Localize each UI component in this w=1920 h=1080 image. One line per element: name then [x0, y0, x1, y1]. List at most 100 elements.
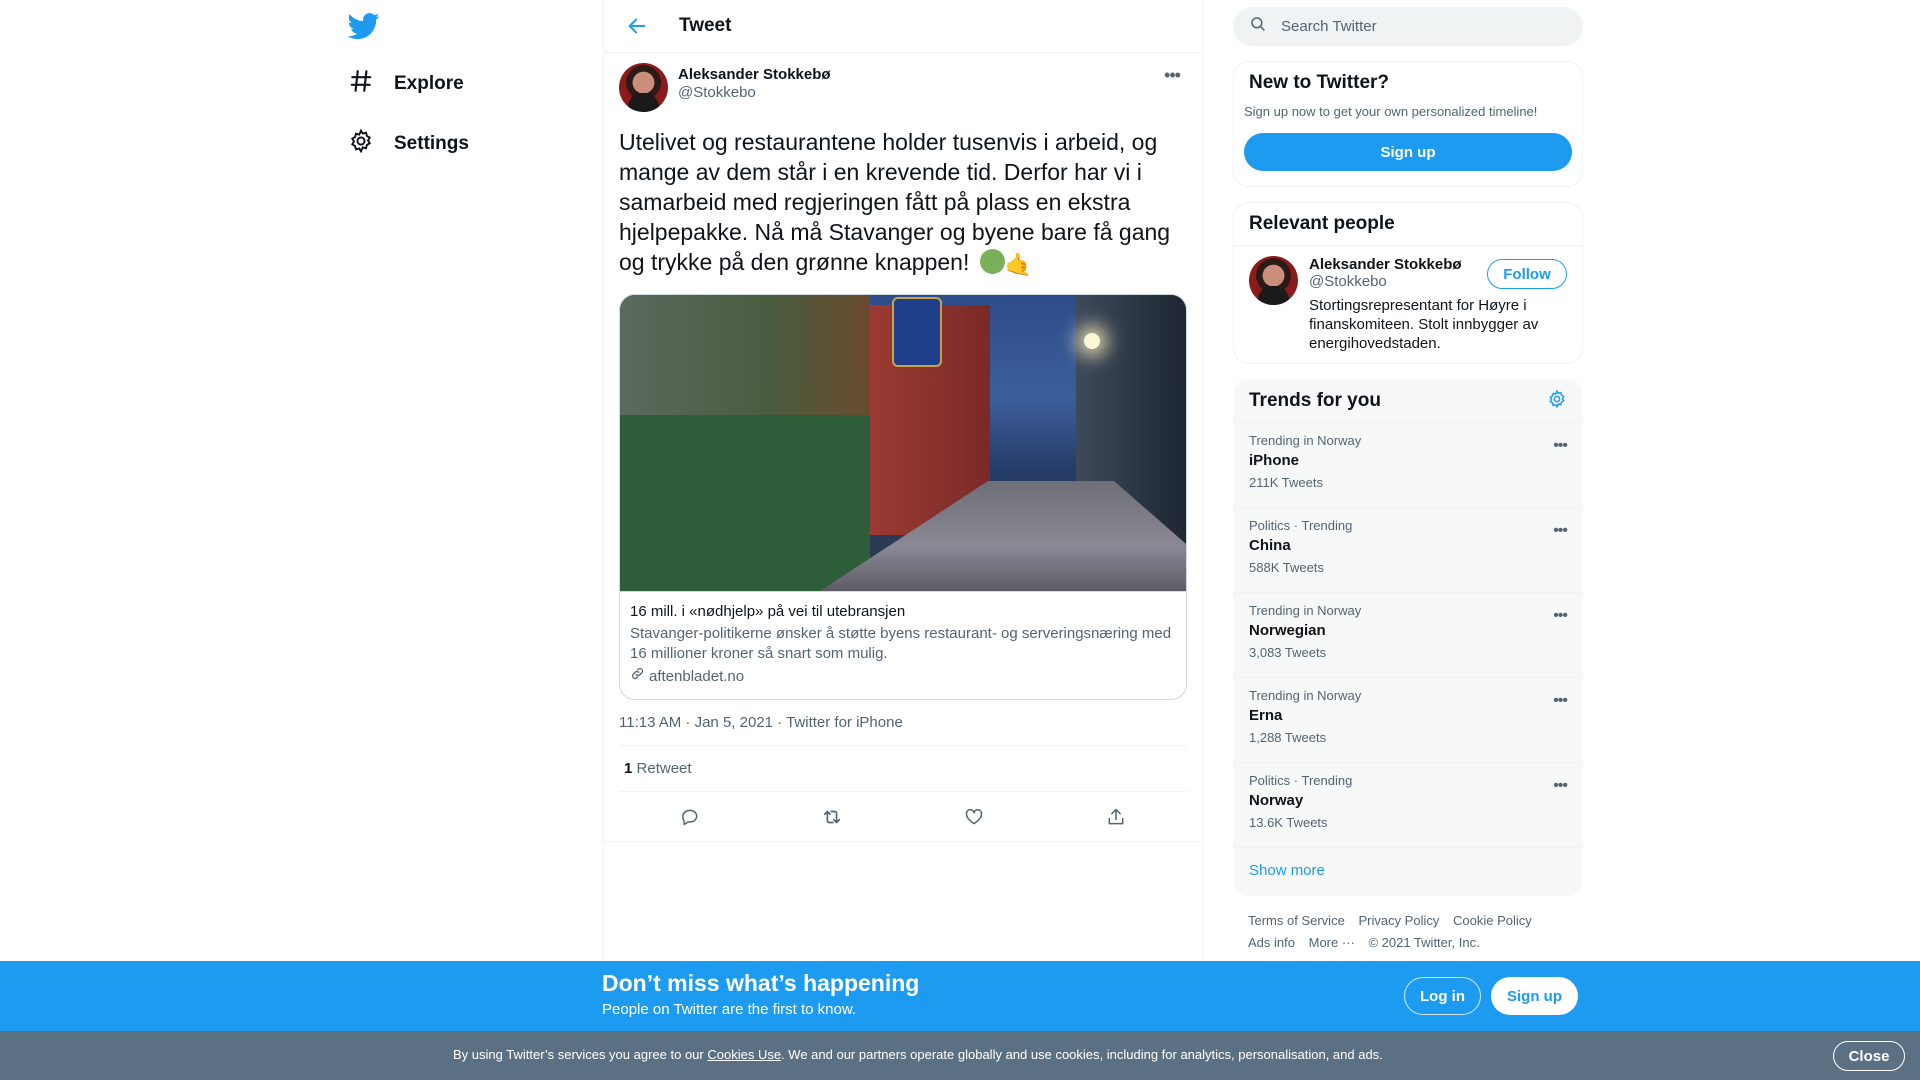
search-icon	[1249, 15, 1267, 38]
link-card[interactable]: 16 mill. i «nødhjelp» på vei til utebran…	[619, 294, 1187, 700]
header-bar: Tweet	[604, 0, 1202, 53]
trend-count: 13.6K Tweets	[1249, 815, 1328, 830]
nav-settings[interactable]: Settings	[348, 120, 469, 168]
share-icon[interactable]	[1096, 797, 1136, 837]
tweet-source-app[interactable]: Twitter for iPhone	[786, 714, 903, 731]
footer-link[interactable]: Ads info	[1248, 935, 1295, 950]
tweet: Aleksander Stokkebø @Stokkebo ••• Uteliv…	[604, 53, 1202, 842]
retweet-stats[interactable]: 1 Retweet	[619, 746, 1187, 792]
trend-count: 588K Tweets	[1249, 560, 1324, 575]
nav-explore[interactable]: Explore	[348, 60, 464, 108]
tweet-text: Utelivet og restaurantene holder tusenvi…	[619, 127, 1187, 280]
more-options-icon[interactable]: •••	[1157, 65, 1187, 85]
trend-name: Norway	[1249, 792, 1304, 809]
more-options-icon[interactable]: •••	[1553, 522, 1568, 540]
sidebar-signup-button[interactable]: Sign up	[1244, 133, 1572, 171]
card-description: Stavanger-politikerne ønsker å støtte by…	[630, 625, 1172, 662]
more-options-icon[interactable]: •••	[1553, 607, 1568, 625]
banner-title: Don’t miss what’s happening	[602, 970, 920, 996]
trend-context: Trending in Norway	[1249, 688, 1362, 703]
relevant-people-panel: Relevant people Aleksander Stokkebø @Sto…	[1233, 202, 1583, 364]
retweet-icon[interactable]	[812, 797, 852, 837]
login-button[interactable]: Log in	[1404, 977, 1481, 1015]
green-circle-emoji-icon	[979, 249, 1005, 274]
hash-icon	[348, 68, 374, 100]
card-domain: aftenbladet.no	[630, 666, 1176, 687]
avatar[interactable]	[1249, 256, 1298, 305]
meta-separator: ·	[777, 714, 787, 731]
signup-banner: Don’t miss what’s happening People on Tw…	[0, 961, 1920, 1031]
cookie-bar: By using Twitter’s services you agree to…	[0, 1031, 1920, 1080]
search-box[interactable]	[1233, 7, 1583, 46]
relevant-person[interactable]: Aleksander Stokkebø @Stokkebo Stortingsr…	[1234, 246, 1582, 363]
link-icon	[630, 666, 645, 687]
like-heart-icon[interactable]	[954, 797, 994, 837]
trend-context: Trending in Norway	[1249, 433, 1362, 448]
trend-item[interactable]: Trending in Norway Erna 1,288 Tweets •••	[1234, 678, 1582, 763]
cookie-close-button[interactable]: Close	[1833, 1041, 1905, 1071]
tweet-meta: 11:13 AM · Jan 5, 2021 · Twitter for iPh…	[619, 714, 1187, 746]
new-to-twitter-text: Sign up now to get your own personalized…	[1244, 104, 1538, 119]
nav-explore-label: Explore	[394, 73, 464, 94]
show-more-link[interactable]: Show more	[1234, 848, 1582, 895]
author-handle[interactable]: @Stokkebo	[678, 84, 831, 101]
author-name[interactable]: Aleksander Stokkebø	[678, 66, 831, 83]
footer-link[interactable]: Privacy Policy	[1358, 913, 1439, 928]
copyright: © 2021 Twitter, Inc.	[1368, 935, 1480, 950]
cookie-text-before: By using Twitter’s services you agree to…	[453, 1047, 708, 1062]
avatar[interactable]	[619, 63, 668, 112]
trend-name: Erna	[1249, 707, 1283, 724]
card-image	[620, 295, 1186, 591]
tweet-author: Aleksander Stokkebø @Stokkebo •••	[619, 63, 1187, 117]
retweet-count: 1	[624, 760, 633, 777]
trend-name: iPhone	[1249, 452, 1300, 469]
gear-icon[interactable]	[1547, 388, 1567, 414]
twitter-logo-icon[interactable]	[347, 10, 380, 42]
trend-context: Politics · Trending	[1249, 518, 1353, 533]
back-arrow-icon[interactable]	[619, 8, 655, 44]
trend-count: 1,288 Tweets	[1249, 730, 1327, 745]
footer-link[interactable]: Terms of Service	[1248, 913, 1345, 928]
search-input[interactable]	[1281, 18, 1541, 35]
trend-item[interactable]: Politics · Trending China 588K Tweets ••…	[1234, 508, 1582, 593]
banner-subtitle: People on Twitter are the first to know.	[602, 1001, 857, 1018]
reply-icon[interactable]	[670, 797, 710, 837]
trend-count: 211K Tweets	[1249, 475, 1323, 490]
cookie-text: By using Twitter’s services you agree to…	[453, 1047, 1383, 1062]
nav-settings-label: Settings	[394, 133, 469, 154]
footer-link[interactable]: Cookie Policy	[1453, 913, 1532, 928]
more-options-icon[interactable]: •••	[1553, 777, 1568, 795]
banner-signup-button[interactable]: Sign up	[1491, 977, 1578, 1015]
trend-count: 3,083 Tweets	[1249, 645, 1327, 660]
tweet-text-body: Utelivet og restaurantene holder tusenvi…	[619, 129, 1171, 275]
more-options-icon[interactable]: •••	[1553, 437, 1568, 455]
trend-item[interactable]: Trending in Norway iPhone 211K Tweets ••…	[1234, 423, 1582, 508]
tweet-time[interactable]: 11:13 AM · Jan 5, 2021	[619, 714, 773, 731]
page-title: Tweet	[679, 15, 732, 36]
trends-panel: Trends for you Trending in Norway iPhone…	[1233, 379, 1583, 896]
follow-button[interactable]: Follow	[1487, 259, 1567, 289]
right-sidebar: New to Twitter? Sign up now to get your …	[1233, 0, 1583, 954]
cookies-use-link[interactable]: Cookies Use	[707, 1047, 781, 1062]
trends-title: Trends for you	[1249, 390, 1381, 411]
trend-item[interactable]: Trending in Norway Norwegian 3,083 Tweet…	[1234, 593, 1582, 678]
trend-name: Norwegian	[1249, 622, 1326, 639]
new-to-twitter-panel: New to Twitter? Sign up now to get your …	[1233, 61, 1583, 187]
trend-context: Trending in Norway	[1249, 603, 1362, 618]
trend-item[interactable]: Politics · Trending Norway 13.6K Tweets …	[1234, 763, 1582, 848]
card-domain-text: aftenbladet.no	[649, 667, 745, 685]
relevant-people-title: Relevant people	[1234, 203, 1582, 246]
main-column: Tweet Aleksander Stokkebø @Stokkebo ••• …	[603, 0, 1203, 1080]
more-options-icon[interactable]: •••	[1553, 692, 1568, 710]
new-to-twitter-title: New to Twitter?	[1249, 72, 1390, 93]
person-bio: Stortingsrepresentant for Høyre i finans…	[1309, 297, 1539, 352]
tweet-actions	[604, 792, 1202, 842]
trend-name: China	[1249, 537, 1291, 554]
cookie-text-after: . We and our partners operate globally a…	[781, 1047, 1383, 1062]
footer-links: Terms of Service Privacy Policy Cookie P…	[1233, 896, 1583, 954]
footer-link[interactable]: More ···	[1309, 935, 1355, 950]
retweet-label: Retweet	[636, 760, 692, 777]
card-title: 16 mill. i «nødhjelp» på vei til utebran…	[630, 603, 906, 620]
trend-context: Politics · Trending	[1249, 773, 1353, 788]
left-nav: Explore Settings	[336, 0, 598, 1080]
